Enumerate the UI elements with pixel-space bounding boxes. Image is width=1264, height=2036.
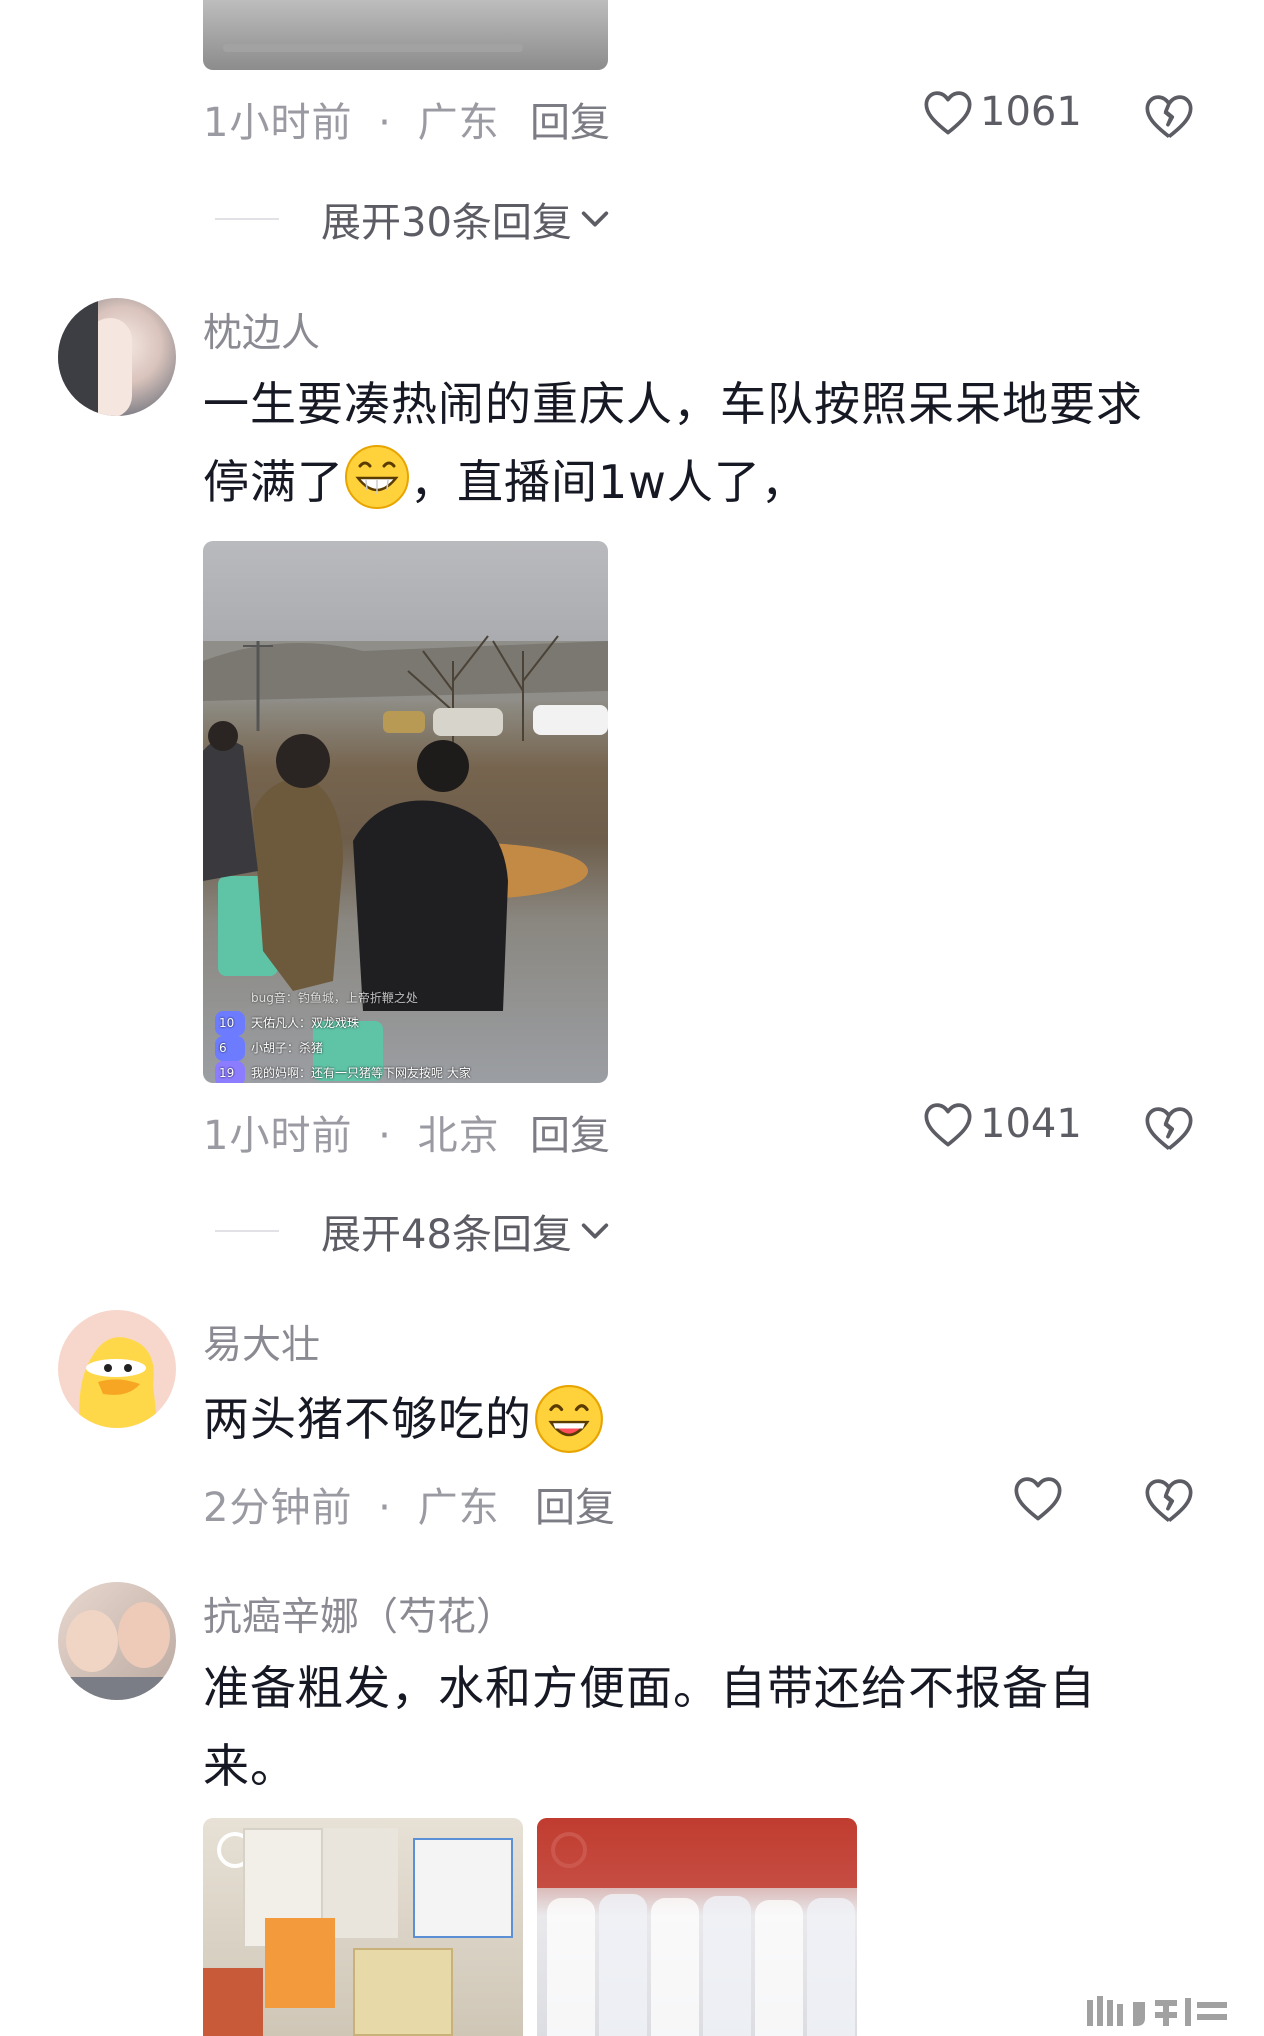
username[interactable]: 枕边人 <box>203 302 320 358</box>
comment-location: 广东 <box>417 1485 500 1531</box>
comment-text-segment: 两头猪不够吃的 <box>203 1392 532 1446</box>
live-chat-text: 我的妈啊：还有一只猪等下网友按呢 大家 <box>251 1066 471 1080</box>
comment-text-line: 来。 <box>203 1739 297 1793</box>
comment-text: 两头猪不够吃的 <box>203 1380 604 1458</box>
level-badge: 10 <box>215 1011 245 1036</box>
username[interactable]: 抗癌辛娜（芍花） <box>203 1586 515 1642</box>
avatar[interactable] <box>58 298 176 416</box>
meta-separator: · <box>378 1113 392 1159</box>
username[interactable]: 易大壮 <box>203 1314 320 1370</box>
live-chat-message: 19 我的妈啊：还有一只猪等下网友按呢 大家 <box>215 1061 471 1083</box>
broken-heart-icon[interactable] <box>1143 1476 1195 1524</box>
heart-icon[interactable] <box>1012 1474 1064 1522</box>
duck-avatar <box>79 1337 158 1428</box>
comment-image[interactable] <box>203 0 608 70</box>
comment-text: 准备粗发，水和方便面。自带还给不报备自 来。 <box>203 1649 1223 1805</box>
expand-replies-label: 展开48条回复 <box>321 1212 572 1258</box>
comment-location: 北京 <box>417 1113 500 1159</box>
comment-time: 1小时前 <box>203 100 353 146</box>
comment-text-line: 准备粗发，水和方便面。自带还给不报备自 <box>203 1661 1096 1715</box>
heart-icon <box>924 1103 972 1147</box>
heart-icon <box>924 91 972 135</box>
comment-text-line: 一生要凑热闹的重庆人，车队按照呆呆地要求 <box>203 377 1143 431</box>
broken-heart-icon[interactable] <box>1143 92 1195 140</box>
comment-image[interactable] <box>537 1818 857 2036</box>
live-chat-message: 6 小胡子：杀猪 <box>215 1036 471 1061</box>
live-chat-text: bug音：钓鱼城，上帝折鞭之处 <box>251 991 418 1005</box>
live-chat-text: 天佑凡人：双龙戏珠 <box>251 1016 360 1030</box>
like-button[interactable]: 1041 <box>922 1100 1082 1148</box>
comment-text-line: 停满了 ，直播间1w人了， <box>203 443 1223 521</box>
comment-image[interactable]: bug音：钓鱼城，上帝折鞭之处 10 天佑凡人：双龙戏珠 6 小胡子：杀猪 19 我的… <box>203 541 608 1083</box>
expand-replies-label: 展开30条回复 <box>321 200 572 246</box>
live-chat-list: bug音：钓鱼城，上帝折鞭之处 10 天佑凡人：双龙戏珠 6 小胡子：杀猪 19 我的… <box>215 986 471 1083</box>
expand-divider <box>215 1230 279 1232</box>
comment-image[interactable] <box>203 1818 523 2036</box>
meta-separator: · <box>378 100 392 146</box>
chevron-down-icon <box>581 211 609 227</box>
broken-heart-icon[interactable] <box>1143 1104 1195 1152</box>
watermark-logo <box>1087 1996 1227 2026</box>
avatar[interactable] <box>58 1310 176 1428</box>
reply-button[interactable]: 回复 <box>530 90 610 148</box>
comment-text: 一生要凑热闹的重庆人，车队按照呆呆地要求 停满了 ，直播间1w人了， <box>203 365 1223 521</box>
smile-emoji-icon <box>535 1385 603 1453</box>
expand-divider <box>215 218 279 220</box>
live-chat-text: 小胡子：杀猪 <box>251 1041 324 1055</box>
expand-replies[interactable]: 展开48条回复 <box>215 1202 612 1260</box>
level-badge: 6 <box>215 1036 245 1061</box>
comment-text-segment: ，直播间1w人了， <box>410 455 808 509</box>
comment-location: 广东 <box>417 100 500 146</box>
live-chat-message: bug音：钓鱼城，上帝折鞭之处 <box>215 986 471 1011</box>
like-count: 1061 <box>980 89 1082 135</box>
comment-time: 2分钟前 <box>203 1485 353 1531</box>
reply-button[interactable]: 回复 <box>530 1103 610 1161</box>
like-button[interactable]: 1061 <box>922 88 1082 136</box>
level-badge: 19 <box>215 1061 245 1083</box>
grin-emoji-icon <box>345 445 409 509</box>
comment-text-segment: 停满了 <box>203 455 344 509</box>
chevron-down-icon <box>581 1223 609 1239</box>
comment-time: 1小时前 <box>203 1113 353 1159</box>
like-count: 1041 <box>980 1101 1082 1147</box>
live-chat-message: 10 天佑凡人：双龙戏珠 <box>215 1011 471 1036</box>
reply-button[interactable]: 回复 <box>535 1475 615 1533</box>
meta-separator: · <box>378 1485 392 1531</box>
expand-replies[interactable]: 展开30条回复 <box>215 190 612 248</box>
avatar[interactable] <box>58 1582 176 1700</box>
